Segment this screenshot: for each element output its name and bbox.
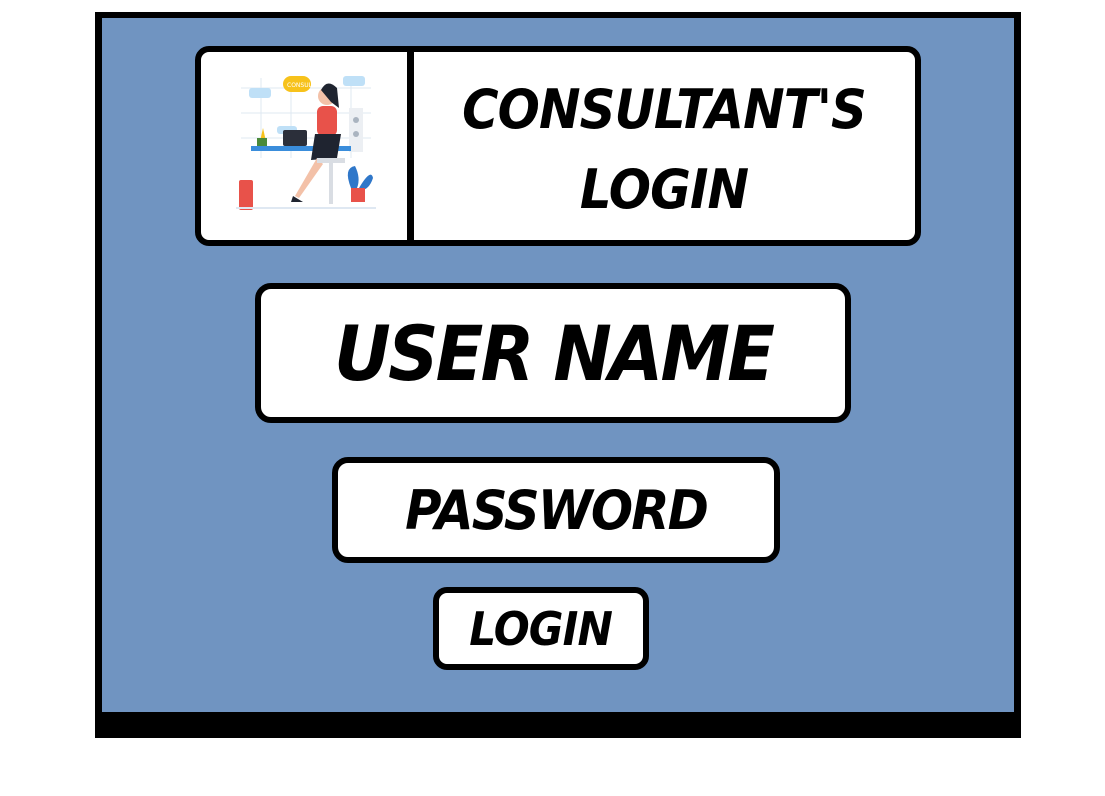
login-button[interactable]: LOGIN <box>433 587 649 670</box>
bubble-text: CONSULTANT <box>287 82 327 89</box>
password-field[interactable]: PASSWORD <box>332 457 780 563</box>
title-line-2: LOGIN <box>579 158 749 221</box>
page-title: CONSULTANT'S LOGIN <box>440 70 887 230</box>
login-button-label: LOGIN <box>469 601 614 656</box>
password-label: PASSWORD <box>405 478 709 542</box>
consultant-at-desk-illustration: CONSULTANT <box>236 76 376 210</box>
header-panel: CONSULTANT CONSULTANT'S LOGIN <box>195 46 921 246</box>
title-line-1: CONSULTANT'S <box>462 78 867 141</box>
username-field[interactable]: USER NAME <box>255 283 851 423</box>
header-divider <box>407 52 414 240</box>
username-label: USER NAME <box>333 308 775 398</box>
